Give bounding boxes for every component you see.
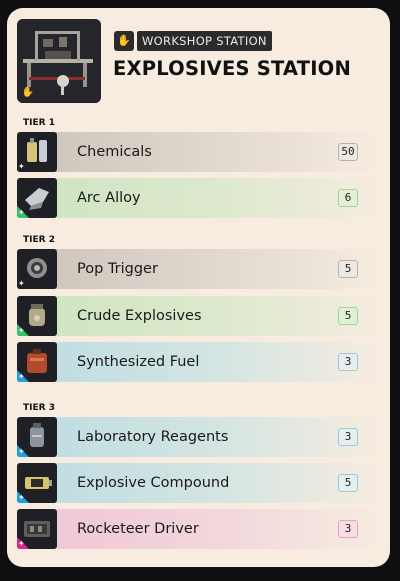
item-name: Crude Explosives	[77, 308, 202, 324]
wrench-icon: ✦	[18, 326, 25, 335]
item-quantity: 5	[338, 307, 358, 325]
wrench-icon: ✦	[18, 539, 25, 548]
recipe-item-synthesized-fuel[interactable]: ✦ Synthesized Fuel 3	[17, 342, 378, 382]
fuel-canister-icon: ✦	[17, 342, 57, 382]
station-thumbnail: ✋	[17, 19, 101, 103]
item-name: Arc Alloy	[77, 190, 141, 206]
recipe-item-pop-trigger[interactable]: ✦ Pop Trigger 5	[17, 249, 378, 289]
gear-trigger-icon: ✦	[17, 249, 57, 289]
tier-label: TIER 2	[23, 235, 55, 245]
chemical-bottles-icon: ✦	[17, 132, 57, 172]
item-quantity: 3	[338, 428, 358, 446]
engine-icon: ✦	[17, 509, 57, 549]
wrench-icon: ✦	[18, 208, 25, 217]
recipe-item-rocketeer-driver[interactable]: ✦ Rocketeer Driver 3	[17, 509, 378, 549]
wrench-icon: ✦	[18, 493, 25, 502]
tier-label: TIER 3	[23, 403, 55, 413]
wrench-icon: ✦	[18, 447, 25, 456]
station-title: EXPLOSIVES STATION	[113, 57, 351, 80]
item-quantity: 50	[338, 143, 358, 161]
recipe-item-chemicals[interactable]: ✦ Chemicals 50	[17, 132, 378, 172]
item-name: Chemicals	[77, 144, 152, 160]
recipe-item-explosive-compound[interactable]: ✦ Explosive Compound 5	[17, 463, 378, 503]
item-name: Synthesized Fuel	[77, 354, 200, 370]
category-label: WORKSHOP STATION	[137, 31, 272, 51]
tier-label: TIER 1	[23, 118, 55, 128]
recipe-item-crude-explosives[interactable]: ✦ Crude Explosives 5	[17, 296, 378, 336]
item-quantity: 5	[338, 474, 358, 492]
hand-icon: ✋	[21, 87, 35, 98]
item-name: Laboratory Reagents	[77, 429, 229, 445]
recipe-item-laboratory-reagents[interactable]: ✦ Laboratory Reagents 3	[17, 417, 378, 457]
item-name: Rocketeer Driver	[77, 521, 199, 537]
wrench-icon: ✦	[18, 372, 25, 381]
item-quantity: 6	[338, 189, 358, 207]
battery-icon: ✦	[17, 463, 57, 503]
reagent-flask-icon: ✦	[17, 417, 57, 457]
item-name: Pop Trigger	[77, 261, 158, 277]
item-quantity: 3	[338, 520, 358, 538]
wrench-icon: ✦	[18, 279, 25, 288]
wrench-icon: ✦	[18, 162, 25, 171]
item-name: Explosive Compound	[77, 475, 230, 491]
arc-alloy-icon: ✦	[17, 178, 57, 218]
recipe-item-arc-alloy[interactable]: ✦ Arc Alloy 6	[17, 178, 378, 218]
item-quantity: 5	[338, 260, 358, 278]
jar-icon: ✦	[17, 296, 57, 336]
station-card: ✋ ✋ WORKSHOP STATION EXPLOSIVES STATION …	[7, 8, 390, 567]
hand-icon: ✋	[114, 31, 134, 51]
item-quantity: 3	[338, 353, 358, 371]
category-badge: ✋ WORKSHOP STATION	[114, 31, 272, 51]
